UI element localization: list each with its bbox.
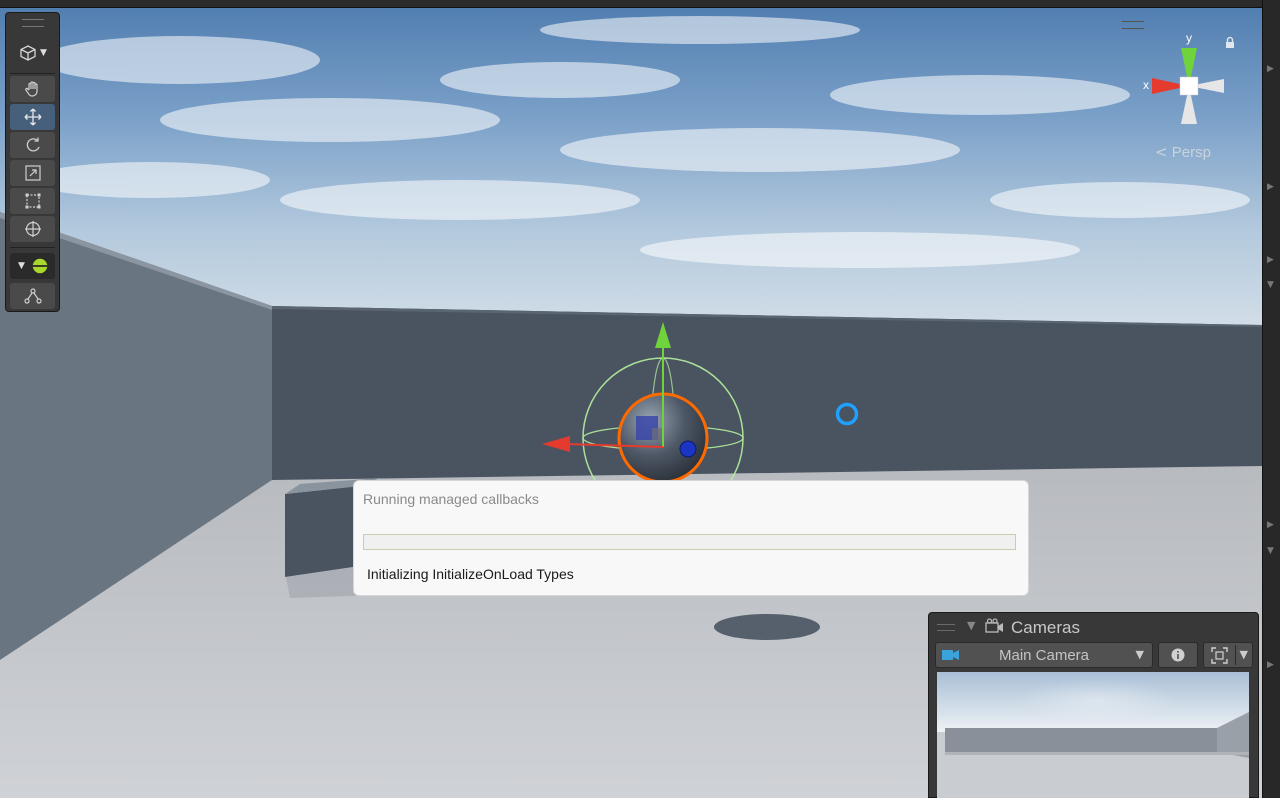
box-object[interactable] [285, 486, 360, 577]
chevron-down-icon[interactable]: ▼ [1267, 280, 1277, 290]
nodes-icon [23, 288, 42, 304]
move-arrows-icon [24, 108, 41, 126]
camera-preview [937, 672, 1249, 798]
chevron-right-icon[interactable]: ▶ [1267, 64, 1277, 74]
toolbar-drag-handle[interactable] [22, 19, 44, 27]
collapse-chevron-icon[interactable]: ▼ [967, 619, 975, 632]
rect-icon [25, 193, 40, 209]
dialog-title: Running managed callbacks [363, 491, 539, 507]
selected-camera-label: Main Camera [998, 647, 1090, 664]
move-tool[interactable] [10, 104, 55, 130]
progress-bar [363, 534, 1016, 550]
rect-tool[interactable] [10, 188, 55, 214]
cube-icon [20, 45, 36, 61]
pivot-sphere-icon [32, 258, 48, 274]
draw-mode-dropdown[interactable]: ▼ [10, 40, 55, 66]
hand-icon [24, 81, 38, 97]
projection-label: Persp [1171, 144, 1211, 161]
back-wall [272, 306, 1262, 480]
gizmo-drag-handle[interactable] [1122, 21, 1144, 29]
overlay-drag-handle[interactable] [937, 624, 955, 631]
sphere-shadow [714, 614, 820, 640]
chevron-down-icon: ▼ [1239, 648, 1248, 661]
progress-dialog: Running managed callbacks Initializing I… [353, 480, 1029, 596]
camera-info-button[interactable] [1158, 642, 1198, 668]
rotate-icon [26, 137, 40, 152]
gizmo-axis-x-label: x [1143, 78, 1149, 92]
snap-tool[interactable] [10, 283, 55, 309]
camera-select-dropdown[interactable]: Main Camera ▼ [935, 642, 1153, 668]
scene-top-strip [0, 0, 1262, 8]
info-icon [1171, 648, 1185, 662]
camera-view-options-button[interactable]: ▼ [1203, 642, 1253, 668]
tools-overlay: ▼ ▼ [5, 12, 60, 312]
scene-view[interactable]: x y < Persp ▼ ▼ Running managed callback… [0, 0, 1262, 798]
chevron-right-icon[interactable]: ▶ [1267, 182, 1277, 192]
camera-icon [985, 618, 1003, 633]
chevron-right-icon[interactable]: ▶ [1267, 255, 1277, 265]
scale-tool[interactable] [10, 160, 55, 186]
persp-chevron-icon: < [1155, 143, 1168, 161]
chevron-down-icon: ▼ [1135, 648, 1144, 661]
scale-icon [24, 165, 41, 181]
right-edge-panel: ▶ ▶ ▶ ▼ ▶ ▼ ▶ [1262, 0, 1280, 798]
chevron-down-icon: ▼ [18, 261, 25, 271]
cameras-title: Cameras [1011, 618, 1080, 637]
dialog-status-text: Initializing InitializeOnLoad Types [367, 566, 574, 582]
projection-toggle[interactable]: < Persp [1155, 143, 1211, 161]
chevron-right-icon[interactable]: ▶ [1267, 520, 1277, 530]
cameras-header[interactable]: ▼ Cameras [929, 613, 1258, 641]
chevron-right-icon[interactable]: ▶ [1267, 660, 1277, 670]
transform-tool[interactable] [10, 216, 55, 242]
lock-icon[interactable] [1223, 36, 1237, 50]
gizmo-axis-y-label: y [1186, 31, 1192, 45]
transform-icon [24, 221, 41, 237]
cameras-overlay: ▼ Cameras Main Camera ▼ ▼ [928, 612, 1259, 798]
frame-icon [1211, 647, 1228, 664]
chevron-down-icon: ▼ [40, 48, 47, 58]
gizmo-mode-dropdown[interactable]: ▼ [10, 253, 55, 279]
chevron-down-icon[interactable]: ▼ [1267, 546, 1277, 556]
view-tool[interactable] [10, 76, 55, 102]
rotate-tool[interactable] [10, 132, 55, 158]
